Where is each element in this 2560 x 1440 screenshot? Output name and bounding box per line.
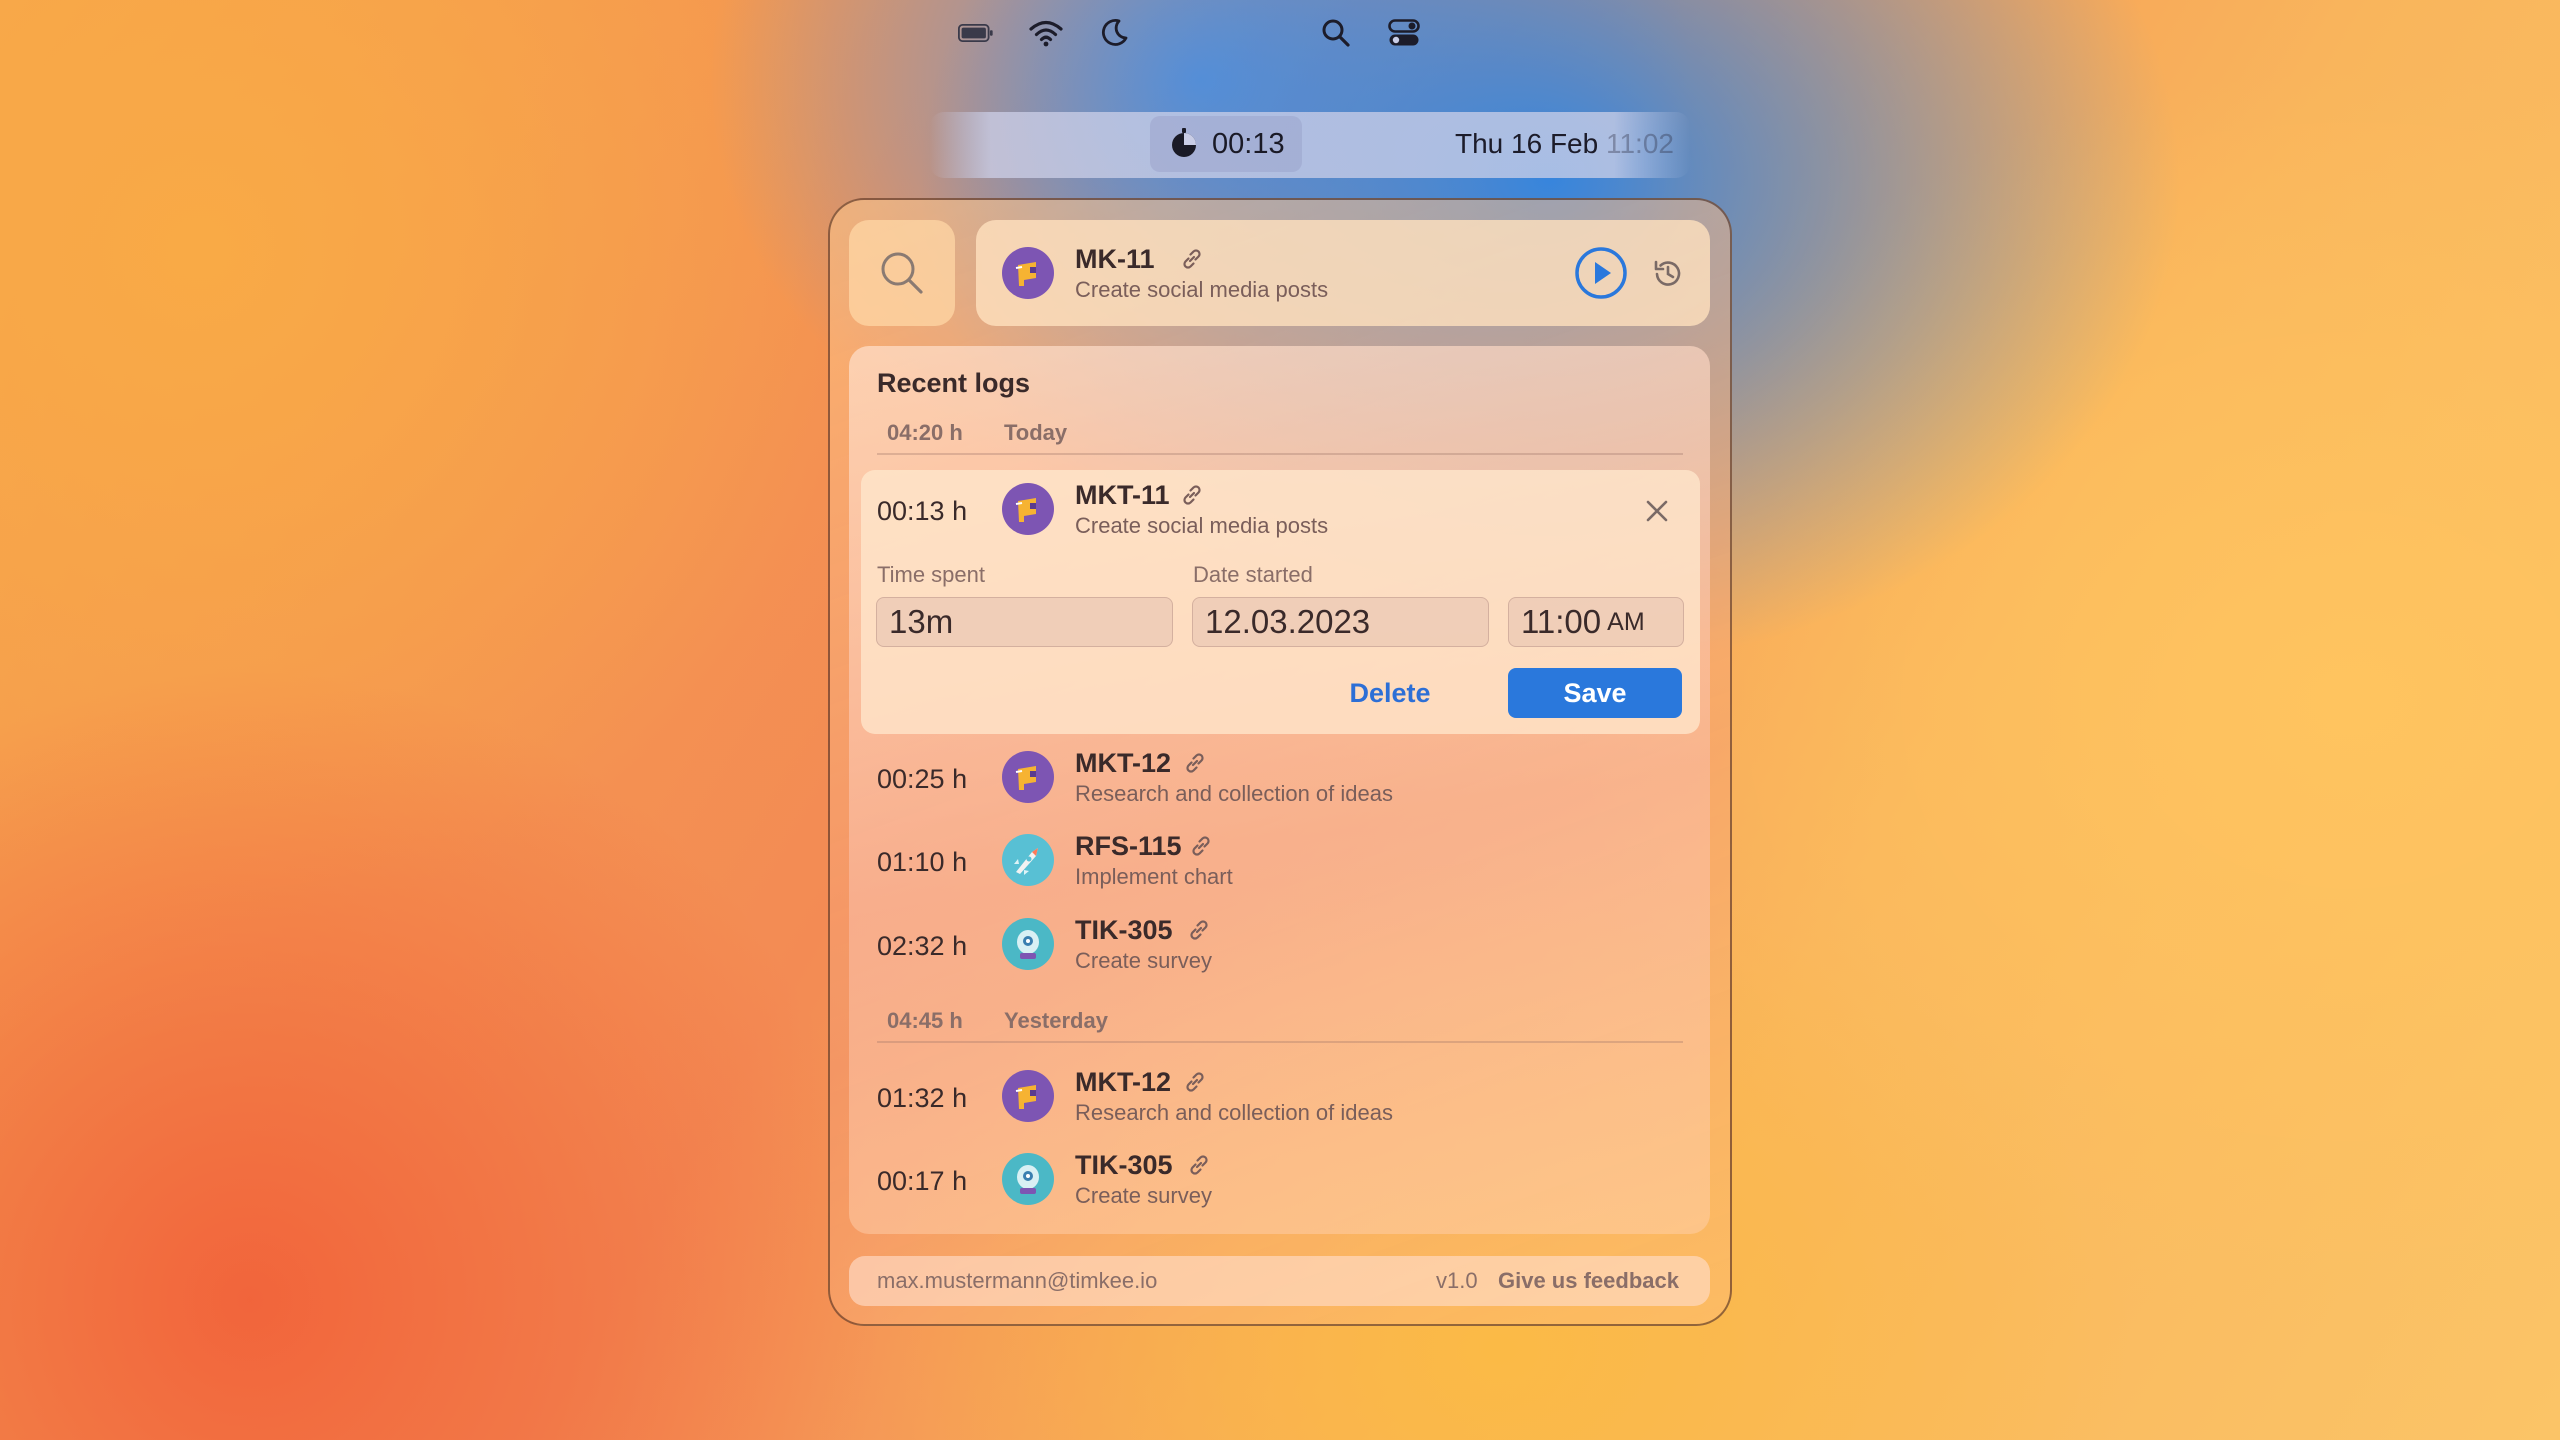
time-spent-label: Time spent (877, 562, 986, 587)
log-duration: 00:25 h (877, 764, 968, 794)
log-task-description: Create survey (1075, 948, 1212, 973)
project-avatar-icon (1002, 751, 1054, 803)
timer-icon (1168, 128, 1200, 160)
project-avatar-icon (1002, 247, 1054, 299)
moon-icon[interactable] (1096, 17, 1132, 49)
menu-bar-date: Thu 16 Feb (1455, 128, 1599, 159)
log-task-code[interactable]: TIK-305 (1075, 1150, 1173, 1181)
current-task-code: MK-11 (1075, 244, 1155, 274)
robot-avatar-icon (1002, 918, 1054, 970)
link-icon[interactable] (1188, 833, 1214, 859)
project-avatar-icon (1002, 1070, 1054, 1122)
time-input[interactable]: 11:00 AM (1508, 597, 1684, 647)
project-avatar-icon (1002, 483, 1054, 535)
control-center-icon[interactable] (1386, 17, 1422, 49)
recent-logs-title: Recent logs (877, 368, 1031, 398)
search-icon[interactable] (1318, 17, 1354, 49)
link-icon[interactable] (1182, 750, 1208, 776)
group-label-today: Today (1004, 420, 1068, 445)
log-task-code[interactable]: MKT-12 (1075, 1067, 1171, 1098)
date-started-label: Date started (1193, 562, 1313, 587)
account-email: max.mustermann@timkee.io (877, 1268, 1158, 1293)
divider (877, 1041, 1683, 1043)
search-icon (881, 252, 923, 294)
save-button[interactable]: Save (1508, 668, 1682, 718)
play-icon (1575, 247, 1627, 299)
wifi-icon[interactable] (1028, 17, 1064, 49)
time-value: 11:00 (1521, 603, 1602, 640)
group-total-today: 04:20 h (887, 420, 963, 445)
link-icon[interactable] (1179, 482, 1205, 508)
date-value: 12.03.2023 (1205, 603, 1371, 640)
time-spent-value: 13m (889, 603, 954, 640)
log-task-description: Create survey (1075, 1183, 1212, 1208)
group-total-yesterday: 04:45 h (887, 1008, 963, 1033)
log-duration: 01:32 h (877, 1083, 968, 1113)
date-input[interactable]: 12.03.2023 (1192, 597, 1489, 647)
play-button[interactable] (1574, 246, 1628, 300)
link-icon[interactable] (1182, 1069, 1208, 1095)
group-label-yesterday: Yesterday (1004, 1008, 1108, 1033)
feedback-link[interactable]: Give us feedback (1498, 1268, 1679, 1294)
timer-menu-item[interactable]: 00:13 (1150, 116, 1302, 172)
search-button[interactable] (849, 220, 955, 326)
menu-bar-time: 11:02 (1605, 128, 1674, 159)
timer-value: 00:13 (1212, 127, 1285, 160)
log-duration: 00:17 h (877, 1166, 968, 1196)
log-task-code[interactable]: TIK-305 (1075, 915, 1173, 946)
log-duration: 00:13 h (877, 496, 968, 526)
delete-button[interactable]: Delete (1330, 668, 1450, 718)
history-button[interactable] (1651, 257, 1685, 291)
battery-icon[interactable] (958, 17, 994, 49)
time-spent-input[interactable]: 13m (876, 597, 1173, 647)
history-icon (1654, 260, 1681, 286)
divider (877, 453, 1683, 455)
close-icon[interactable] (1640, 494, 1674, 528)
log-task-description: Research and collection of ideas (1075, 781, 1393, 806)
ampm-value: AM (1607, 607, 1645, 636)
log-duration: 02:32 h (877, 931, 968, 961)
log-task-description: Implement chart (1075, 864, 1233, 889)
log-task-code[interactable]: MKT-12 (1075, 748, 1171, 779)
link-icon[interactable] (1186, 917, 1212, 943)
log-task-description: Create social media posts (1075, 513, 1329, 538)
link-icon[interactable] (1186, 1152, 1212, 1178)
menu-bar-clock[interactable]: Thu 16 Feb 11:02 (1455, 128, 1674, 160)
current-task-description: Create social media posts (1075, 277, 1329, 302)
robot-avatar-icon (1002, 1153, 1054, 1205)
rocket-avatar-icon (1002, 834, 1054, 886)
log-task-description: Research and collection of ideas (1075, 1100, 1393, 1125)
log-task-code: MKT-11 (1075, 480, 1170, 510)
link-icon[interactable] (1179, 246, 1205, 272)
app-version: v1.0 (1436, 1268, 1478, 1293)
log-task-code[interactable]: RFS-115 (1075, 831, 1182, 862)
log-duration: 01:10 h (877, 847, 968, 877)
